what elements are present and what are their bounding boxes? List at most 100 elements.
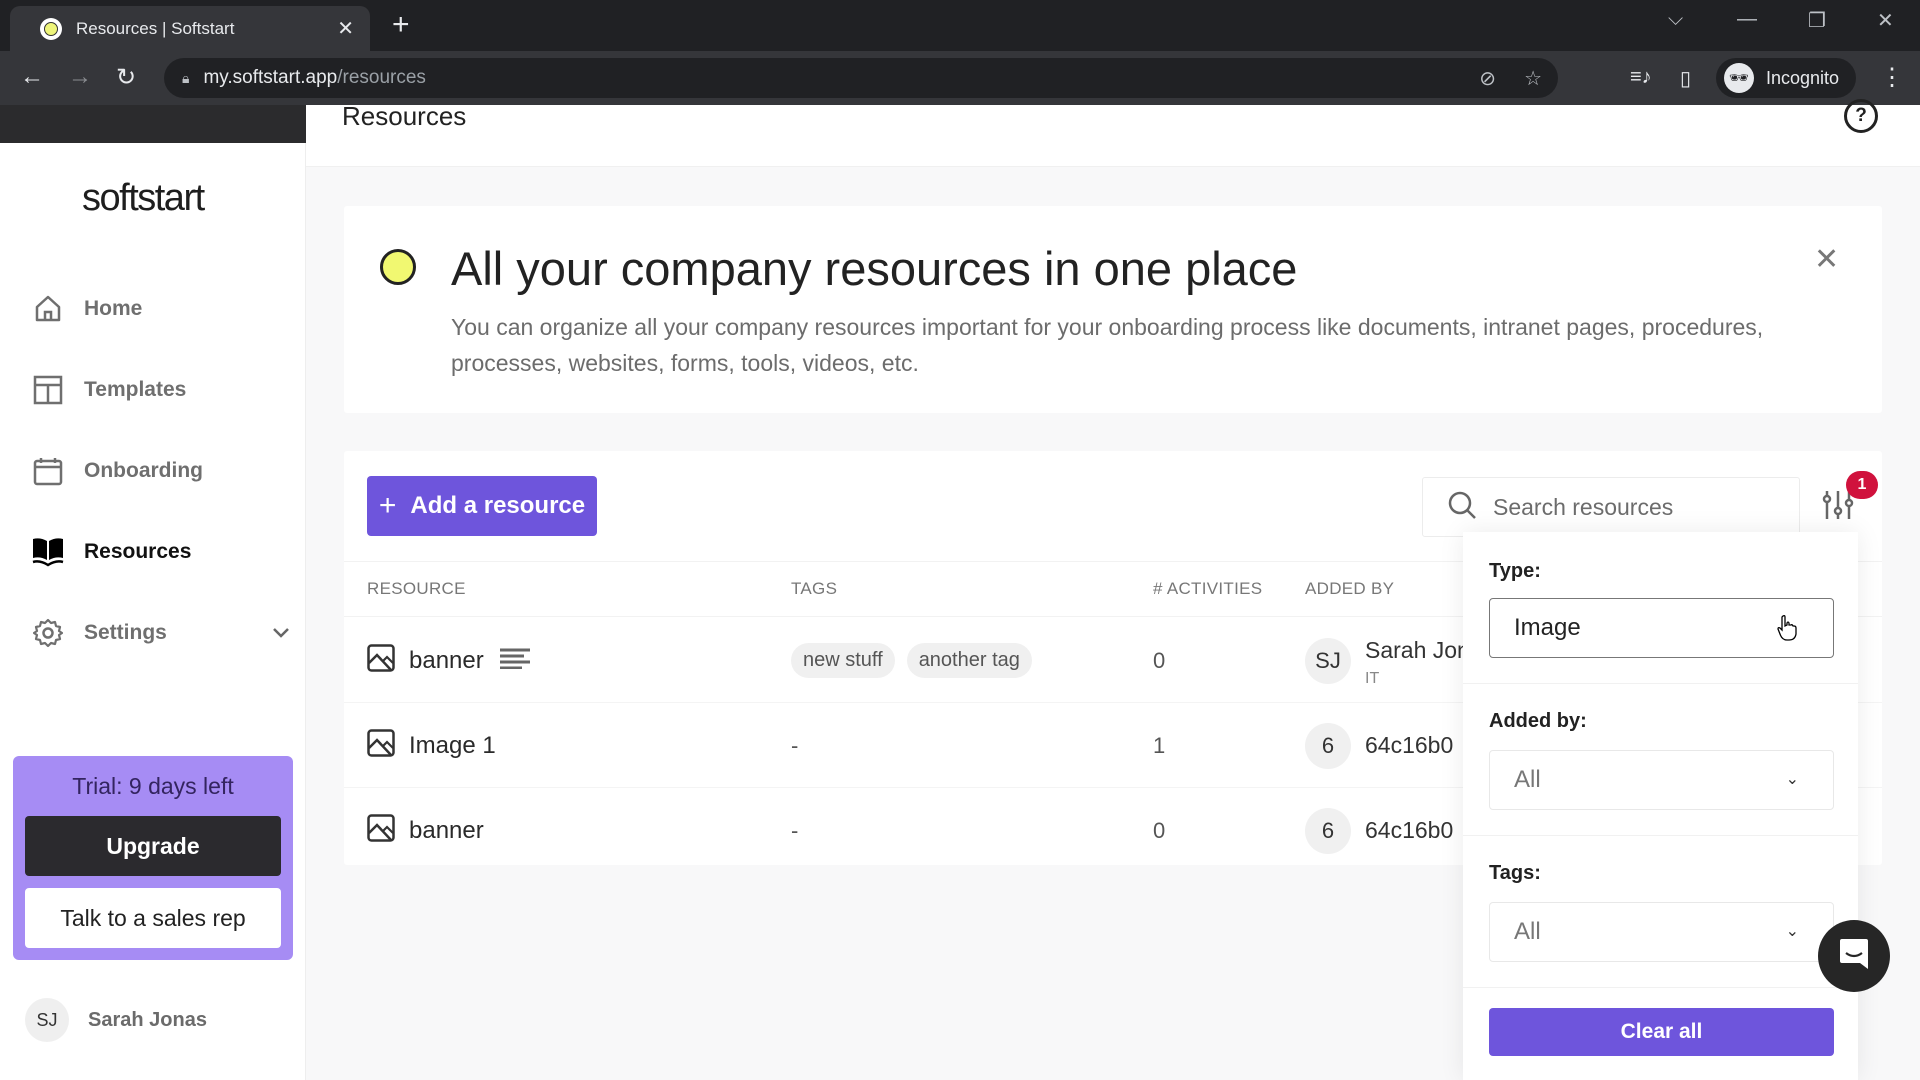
- banner-dot-icon: [380, 249, 416, 285]
- reload-icon[interactable]: ↻: [116, 63, 136, 92]
- filter-button[interactable]: 1: [1822, 471, 1878, 526]
- filter-added-by-label: Added by:: [1489, 710, 1587, 732]
- search-input[interactable]: [1493, 493, 1773, 521]
- tags-select-value: All: [1514, 918, 1541, 945]
- chevron-down-icon[interactable]: [272, 617, 290, 653]
- search-box[interactable]: [1422, 477, 1800, 537]
- page-title: Resources: [342, 101, 467, 131]
- tab-search-icon[interactable]: ⌵: [1668, 8, 1683, 31]
- eye-off-icon[interactable]: ⊘: [1479, 66, 1496, 91]
- filter-type-label: Type:: [1489, 560, 1541, 582]
- sidebar-item-home[interactable]: Home: [32, 293, 142, 325]
- sidebar-item-resources[interactable]: Resources: [32, 536, 191, 568]
- app-topstrip: [0, 105, 306, 143]
- image-icon: [367, 644, 395, 677]
- image-icon: [367, 814, 395, 847]
- added-by-name: 64c16b0: [1365, 732, 1454, 758]
- back-icon[interactable]: ←: [20, 63, 44, 91]
- sidebar-item-templates[interactable]: Templates: [32, 374, 186, 406]
- clear-all-button[interactable]: Clear all: [1489, 1008, 1834, 1056]
- lock-icon: 🔒︎: [182, 69, 190, 86]
- banner-description: You can organize all your company resour…: [451, 314, 1764, 376]
- column-header-tags[interactable]: TAGS: [791, 579, 837, 599]
- help-icon[interactable]: ?: [1844, 99, 1878, 133]
- close-icon[interactable]: ✕: [1814, 242, 1839, 277]
- sidebar: softstart Home Templates Onboarding Reso…: [0, 143, 306, 1080]
- activities-count: 0: [1153, 817, 1166, 843]
- restore-icon[interactable]: ❐: [1808, 8, 1826, 33]
- favicon-icon: [40, 17, 62, 40]
- column-header-added-by[interactable]: ADDED BY: [1305, 579, 1394, 599]
- address-bar[interactable]: 🔒︎ my.softstart.app/resources ⊘ ☆: [164, 58, 1558, 98]
- tab-close-icon[interactable]: ✕: [337, 16, 354, 41]
- resource-name: banner: [409, 816, 484, 844]
- tags-empty: -: [791, 817, 799, 843]
- browser-menu-icon[interactable]: ⋮: [1880, 63, 1904, 92]
- minimize-icon[interactable]: —: [1737, 8, 1757, 31]
- sidebar-item-onboarding[interactable]: Onboarding: [32, 455, 203, 487]
- user-profile[interactable]: SJ Sarah Jonas: [25, 998, 207, 1042]
- tags-empty: -: [791, 732, 799, 758]
- sidebar-item-label: Settings: [84, 621, 167, 644]
- tag-chip[interactable]: new stuff: [791, 643, 895, 678]
- browser-tab[interactable]: Resources | Softstart ✕: [10, 6, 370, 51]
- info-banner: All your company resources in one place …: [344, 206, 1882, 413]
- added-by-select[interactable]: All ⌄: [1489, 750, 1834, 810]
- column-header-activities[interactable]: # ACTIVITIES: [1153, 579, 1262, 599]
- incognito-indicator[interactable]: 🕶︎ Incognito: [1716, 58, 1856, 98]
- side-panel-icon[interactable]: ▯: [1680, 66, 1691, 91]
- plus-icon: +: [378, 489, 397, 522]
- avatar: 6: [1305, 807, 1351, 854]
- banner-title: All your company resources in one place: [451, 242, 1298, 295]
- upgrade-button[interactable]: Upgrade: [25, 816, 281, 876]
- trial-box: Trial: 9 days left Upgrade Talk to a sal…: [13, 756, 293, 960]
- sliders-icon: [1822, 491, 1854, 525]
- bookmark-star-icon[interactable]: ☆: [1524, 66, 1542, 91]
- forward-icon[interactable]: →: [68, 63, 92, 91]
- media-control-icon[interactable]: ≡♪: [1630, 66, 1652, 89]
- filter-tags-label: Tags:: [1489, 862, 1541, 884]
- column-header-resource[interactable]: RESOURCE: [367, 579, 466, 599]
- sidebar-item-settings[interactable]: Settings: [32, 617, 289, 649]
- added-by-select-value: All: [1514, 766, 1541, 793]
- avatar: SJ: [1305, 637, 1351, 684]
- activities-count: 0: [1153, 647, 1166, 673]
- added-by-name: 64c16b0: [1365, 817, 1454, 843]
- sidebar-item-label: Templates: [84, 378, 187, 401]
- resource-name: banner: [409, 646, 484, 674]
- window-close-icon[interactable]: ✕: [1877, 8, 1894, 33]
- sidebar-item-label: Home: [84, 297, 143, 320]
- added-by-department: IT: [1365, 670, 1380, 687]
- new-tab-icon[interactable]: +: [392, 10, 410, 40]
- trial-text: Trial: 9 days left: [72, 773, 234, 799]
- filter-tags-section: Tags: All ⌄: [1463, 836, 1858, 988]
- add-resource-label: Add a resource: [410, 492, 586, 519]
- filter-popover: Type: Image ⌄ Added by: All ⌄ Tags: All …: [1463, 532, 1858, 1080]
- image-icon: [367, 729, 395, 762]
- resource-name: Image 1: [409, 731, 496, 759]
- filter-type-section: Type: Image ⌄: [1463, 532, 1858, 684]
- filter-added-by-section: Added by: All ⌄: [1463, 684, 1858, 836]
- mouse-cursor-icon: [1776, 614, 1798, 647]
- talk-to-sales-button[interactable]: Talk to a sales rep: [25, 888, 281, 948]
- chevron-down-icon: ⌄: [1785, 923, 1799, 940]
- gear-icon: [32, 617, 64, 649]
- home-icon: [32, 293, 64, 325]
- incognito-label: Incognito: [1766, 67, 1840, 88]
- calendar-icon: [32, 455, 64, 487]
- incognito-icon: 🕶︎: [1724, 63, 1754, 93]
- description-icon: [499, 647, 530, 674]
- chat-widget-button[interactable]: [1818, 920, 1890, 992]
- book-icon: [32, 536, 64, 568]
- activities-count: 1: [1153, 732, 1166, 758]
- search-icon: [1447, 490, 1477, 525]
- add-resource-button[interactable]: + Add a resource: [367, 476, 597, 536]
- browser-tab-bar: Resources | Softstart ✕ + ⌵ — ❐ ✕: [0, 0, 1920, 51]
- user-name: Sarah Jonas: [88, 1008, 207, 1031]
- sidebar-item-label: Resources: [84, 540, 192, 563]
- tag-chip[interactable]: another tag: [906, 643, 1032, 678]
- logo[interactable]: softstart: [82, 177, 205, 220]
- chevron-down-icon: ⌄: [1785, 771, 1799, 788]
- tags-select[interactable]: All ⌄: [1489, 902, 1834, 962]
- tab-title: Resources | Softstart: [76, 18, 235, 38]
